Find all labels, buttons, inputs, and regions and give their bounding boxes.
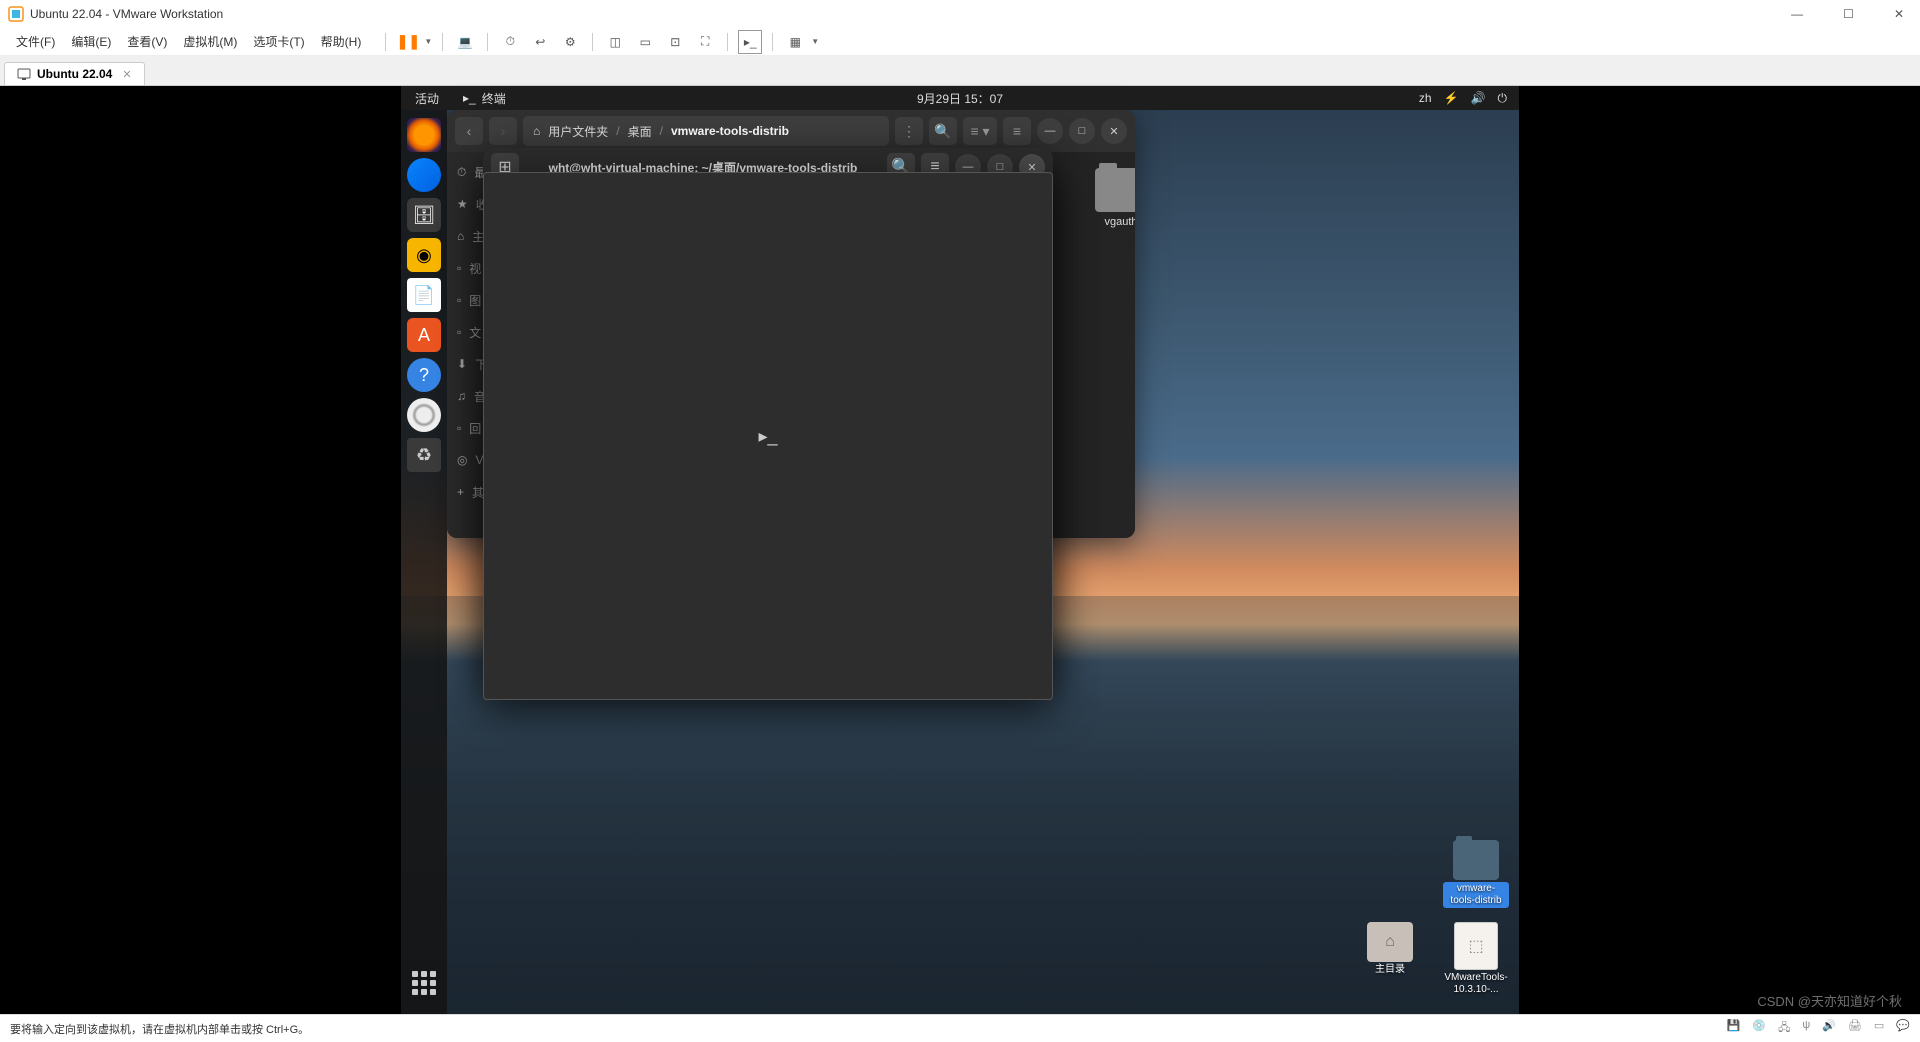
power-dropdown[interactable]: ▼ [424, 37, 432, 46]
view-list-button[interactable]: ≡ ▾ [963, 117, 997, 145]
send-ctrl-alt-del-button[interactable]: 💻 [453, 30, 477, 54]
dock-software-icon[interactable]: A [407, 318, 441, 352]
menu-file[interactable]: 文件(F) [8, 29, 63, 54]
search-button[interactable]: 🔍 [929, 117, 957, 145]
dock-help-icon[interactable]: ? [407, 358, 441, 392]
status-message: 要将输入定向到该虚拟机，请在虚拟机内部单击或按 Ctrl+G。 [10, 1021, 309, 1037]
window-maximize-button[interactable]: ☐ [1835, 3, 1862, 25]
tab-close-button[interactable]: ✕ [122, 68, 131, 81]
status-printer-icon[interactable]: 🖨 [1848, 1019, 1862, 1038]
stretch-dropdown[interactable]: ▼ [811, 37, 819, 46]
vmware-logo-icon [8, 6, 24, 22]
fullscreen-button[interactable]: ⛶ [693, 30, 717, 54]
nautilus-maximize-button[interactable]: □ [1069, 118, 1095, 144]
folder-icon [1095, 168, 1135, 212]
snapshot-take-button[interactable]: ⏱ [498, 30, 522, 54]
terminal-icon: ▸_ [463, 91, 476, 105]
status-message-icon[interactable]: 💬 [1896, 1019, 1910, 1038]
fit-guest-button[interactable]: ◫ [603, 30, 627, 54]
hamburger-menu-button[interactable]: ≡ [1003, 117, 1031, 145]
dock-disc-icon[interactable] [407, 398, 441, 432]
nav-back-button[interactable]: ‹ [455, 117, 483, 145]
status-network-icon[interactable]: 🖧 [1778, 1019, 1790, 1038]
status-cd-icon[interactable]: 💿 [1752, 1019, 1766, 1038]
dock-writer-icon[interactable]: 📄 [407, 278, 441, 312]
nautilus-minimize-button[interactable]: — [1037, 118, 1063, 144]
status-usb-icon[interactable]: ψ [1802, 1019, 1810, 1038]
desktop-folder-vmware-tools[interactable]: vmware-tools-distrib [1443, 840, 1509, 908]
gnome-activities-button[interactable]: 活动 [401, 90, 453, 107]
home-icon: ⌂ [533, 124, 540, 138]
archive-icon: ⬚ [1454, 922, 1498, 970]
dock-terminal-icon[interactable]: ▸_ [483, 172, 1053, 700]
folder-vgauth[interactable]: vgauth [1085, 168, 1135, 228]
window-title: Ubuntu 22.04 - VMware Workstation [30, 7, 223, 21]
snapshot-revert-button[interactable]: ↩ [528, 30, 552, 54]
desktop-home-folder[interactable]: ⌂ 主目录 [1357, 922, 1423, 996]
pause-button[interactable]: ❚❚ [396, 30, 420, 54]
dock-thunderbird-icon[interactable] [407, 158, 441, 192]
unity-button[interactable]: ⊡ [663, 30, 687, 54]
menu-view[interactable]: 查看(V) [119, 29, 175, 54]
dock-files-icon[interactable]: 🗄 [407, 198, 441, 232]
nav-forward-button[interactable]: › [489, 117, 517, 145]
status-sound-icon[interactable]: 🔊 [1822, 1019, 1836, 1038]
window-minimize-button[interactable]: — [1783, 3, 1811, 25]
nautilus-close-button[interactable]: ✕ [1101, 118, 1127, 144]
path-bar[interactable]: ⌂ 用户文件夹 / 桌面 / vmware-tools-distrib [523, 116, 889, 146]
desktop-archive-vmwaretools[interactable]: ⬚ VMwareTools-10.3.10-... [1443, 922, 1509, 996]
status-display-icon[interactable]: ▭ [1874, 1019, 1884, 1038]
menu-tabs[interactable]: 选项卡(T) [245, 29, 312, 54]
path-menu-button[interactable]: ⋮ [895, 117, 923, 145]
home-folder-icon: ⌂ [1367, 922, 1413, 962]
stretch-button[interactable]: ▦ [783, 30, 807, 54]
watermark-text: CSDN @天亦知道好个秋 [1757, 991, 1902, 1010]
network-icon[interactable]: ⚡ [1444, 91, 1459, 105]
snapshot-manage-button[interactable]: ⚙ [558, 30, 582, 54]
fit-window-button[interactable]: ▭ [633, 30, 657, 54]
dock-firefox-icon[interactable] [407, 118, 441, 152]
folder-icon [1453, 840, 1499, 880]
menu-help[interactable]: 帮助(H) [313, 29, 370, 54]
vm-tab[interactable]: Ubuntu 22.04 ✕ [4, 62, 145, 85]
status-hdd-icon[interactable]: 💾 [1727, 1019, 1741, 1038]
window-close-button[interactable]: ✕ [1886, 3, 1912, 25]
menu-edit[interactable]: 编辑(E) [63, 29, 119, 54]
gnome-app-indicator[interactable]: ▸_ 终端 [453, 90, 516, 107]
gnome-dock: 🗄 ◉ 📄 A ? ▸_ ♻ [401, 110, 447, 1014]
menu-vm[interactable]: 虚拟机(M) [175, 29, 245, 54]
console-view-button[interactable]: ▸_ [738, 30, 762, 54]
vm-display-area[interactable]: 活动 ▸_ 终端 9月29日 15：07 zh ⚡ 🔊 ⏻ 🗄 ◉ 📄 A ? … [0, 86, 1920, 1014]
dock-trash-icon[interactable]: ♻ [407, 438, 441, 472]
vm-tab-label: Ubuntu 22.04 [37, 67, 112, 81]
dock-show-apps-button[interactable] [407, 966, 441, 1000]
dock-rhythmbox-icon[interactable]: ◉ [407, 238, 441, 272]
power-icon[interactable]: ⏻ [1498, 91, 1508, 106]
volume-icon[interactable]: 🔊 [1471, 91, 1486, 105]
input-language-indicator[interactable]: zh [1419, 91, 1432, 105]
vm-tab-icon [17, 67, 31, 81]
gnome-clock[interactable]: 9月29日 15：07 [917, 90, 1003, 107]
